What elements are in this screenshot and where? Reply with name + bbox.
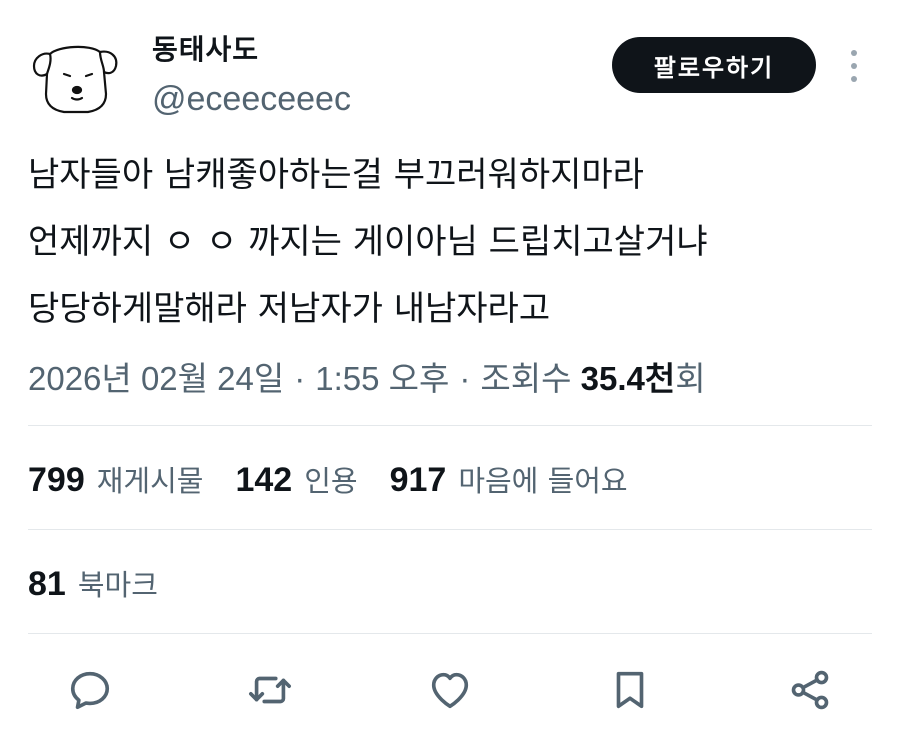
- tweet-line: 남자들아 남캐좋아하는걸 부끄러워하지마라: [28, 155, 644, 195]
- divider: [28, 633, 872, 634]
- retweets-stat[interactable]: 799 재게시물: [28, 458, 203, 500]
- quotes-count: 142: [235, 461, 293, 499]
- tweet-date[interactable]: 2026년 02월 24일: [28, 360, 284, 397]
- retweet-button[interactable]: [244, 664, 296, 716]
- meta-separator: ·: [294, 360, 306, 397]
- bookmarks-stat[interactable]: 81 북마크: [28, 562, 158, 604]
- retweet-icon: [249, 676, 291, 704]
- views-suffix: 회: [675, 360, 706, 397]
- retweets-label: 재게시물: [96, 464, 204, 498]
- quotes-stat[interactable]: 142 인용: [235, 458, 357, 500]
- likes-count: 917: [389, 461, 447, 499]
- tweet-meta: 2026년 02월 24일 · 1:55 오후 · 조회수 35.4천회: [28, 352, 706, 400]
- like-icon: [431, 672, 469, 709]
- tweet-time[interactable]: 1:55 오후: [315, 360, 449, 397]
- follow-button[interactable]: 팔로우하기: [612, 37, 816, 93]
- meta-separator: ·: [459, 360, 471, 397]
- dot: [851, 63, 857, 69]
- engagement-stats: 799 재게시물 142 인용 917 마음에 들어요: [28, 458, 660, 500]
- tweet-line: 언제까지 ㅇ ㅇ 까지는 게이아님 드립치고살거냐: [28, 222, 708, 262]
- likes-stat[interactable]: 917 마음에 들어요: [390, 458, 628, 500]
- dot: [851, 76, 857, 82]
- more-vertical-icon[interactable]: [842, 50, 866, 82]
- dog-avatar-icon: [32, 45, 118, 114]
- views-prefix: 조회수: [480, 360, 572, 397]
- reply-icon: [70, 671, 110, 710]
- dot: [851, 50, 857, 56]
- avatar[interactable]: [30, 38, 120, 118]
- bookmarks-label: 북마크: [77, 568, 158, 602]
- divider: [28, 529, 872, 530]
- retweets-count: 799: [28, 461, 85, 499]
- views-count: 35.4천: [580, 360, 676, 397]
- share-button[interactable]: [784, 664, 836, 716]
- divider: [28, 425, 872, 426]
- bookmark-button[interactable]: [604, 664, 656, 716]
- like-button[interactable]: [424, 664, 476, 716]
- quotes-label: 인용: [304, 464, 358, 498]
- display-name[interactable]: 동태사도: [152, 28, 259, 68]
- tweet-line: 당당하게말해라 저남자가 내남자라고: [28, 289, 551, 329]
- user-handle[interactable]: @eceeceeec: [152, 80, 351, 119]
- bookmarks-count: 81: [28, 565, 66, 603]
- likes-label: 마음에 들어요: [458, 464, 628, 498]
- tweet-text: 남자들아 남캐좋아하는걸 부끄러워하지마라 언제까지 ㅇ ㅇ 까지는 게이아님 …: [28, 142, 878, 343]
- reply-button[interactable]: [64, 664, 116, 716]
- share-icon: [791, 670, 829, 710]
- bookmark-icon: [616, 671, 644, 709]
